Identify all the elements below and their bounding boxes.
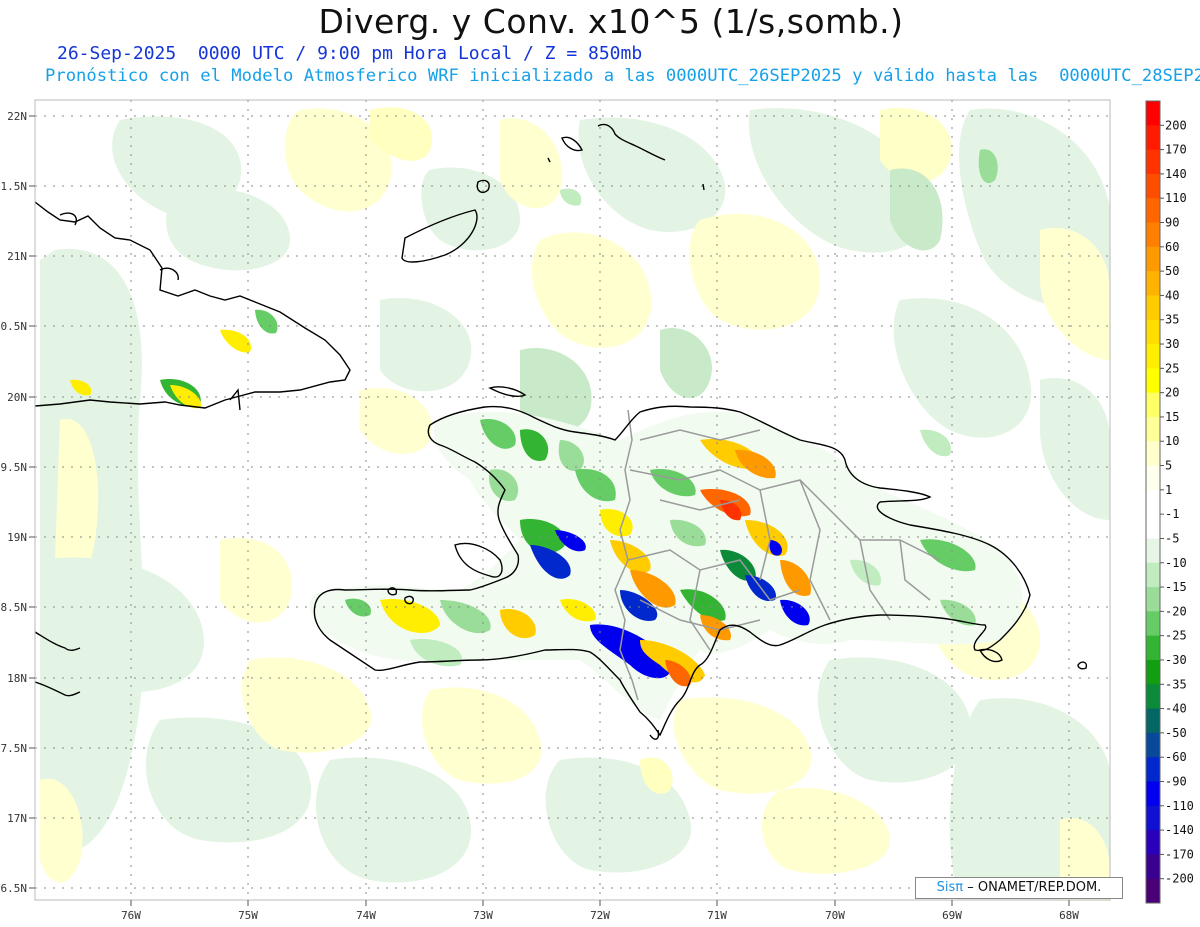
lon-label: 68W xyxy=(1059,909,1079,922)
colorbar-label: -30 xyxy=(1165,653,1187,667)
colorbar-label: -50 xyxy=(1165,726,1187,740)
colorbar-label: 170 xyxy=(1165,143,1187,157)
colorbar-label: -140 xyxy=(1165,823,1194,837)
colorbar-swatch xyxy=(1146,878,1160,904)
colorbar-swatch xyxy=(1146,489,1160,515)
colorbar-label: -110 xyxy=(1165,799,1194,813)
colorbar-label: -35 xyxy=(1165,677,1187,691)
lon-label: 71W xyxy=(707,909,727,922)
colorbar-label: -90 xyxy=(1165,774,1187,788)
colorbar-label: 20 xyxy=(1165,386,1179,400)
colorbar-swatch xyxy=(1146,295,1160,321)
colorbar-label: 60 xyxy=(1165,240,1179,254)
colorbar-swatch xyxy=(1146,611,1160,637)
colorbar-swatch xyxy=(1146,392,1160,418)
colorbar-label: -15 xyxy=(1165,580,1187,594)
colorbar-label: -20 xyxy=(1165,604,1187,618)
colorbar-label: -200 xyxy=(1165,872,1194,886)
colorbar-label: -60 xyxy=(1165,750,1187,764)
colorbar-label: 110 xyxy=(1165,191,1187,205)
colorbar-label: 15 xyxy=(1165,410,1179,424)
colorbar-swatch xyxy=(1146,344,1160,369)
colorbar-swatch xyxy=(1146,149,1160,175)
lat-label: 1.5N xyxy=(1,180,28,193)
colorbar-label: 40 xyxy=(1165,288,1179,302)
colorbar-swatch xyxy=(1146,562,1160,588)
lat-label: 17N xyxy=(7,812,27,825)
lat-label: 19N xyxy=(7,531,27,544)
colorbar-label: -170 xyxy=(1165,847,1194,861)
colorbar-label: -25 xyxy=(1165,629,1187,643)
lat-label: 9.5N xyxy=(1,461,28,474)
lat-label: 18N xyxy=(7,672,27,685)
colorbar-swatch xyxy=(1146,465,1160,491)
colorbar-swatch xyxy=(1146,319,1160,345)
colorbar-swatch xyxy=(1146,514,1160,539)
colorbar-label: 5 xyxy=(1165,459,1172,473)
credit-box: Sisπ – ONAMET/REP.DOM. xyxy=(915,877,1123,899)
lat-label: 22N xyxy=(7,110,27,123)
lat-label: 8.5N xyxy=(1,601,28,614)
colorbar-label: -5 xyxy=(1165,531,1179,545)
lat-label: 6.5N xyxy=(1,882,28,895)
colorbar-swatch xyxy=(1146,805,1160,831)
colorbar-swatch xyxy=(1146,757,1160,782)
lon-label: 69W xyxy=(942,909,962,922)
lon-label: 74W xyxy=(356,909,376,922)
colorbar-swatch xyxy=(1146,659,1160,685)
lat-label: 21N xyxy=(7,250,27,263)
sispi-logo: Sisπ xyxy=(936,880,964,895)
colorbar-swatch xyxy=(1146,830,1160,855)
colorbar-swatch xyxy=(1146,635,1160,661)
lon-label: 72W xyxy=(590,909,610,922)
colorbar-swatch xyxy=(1146,587,1160,612)
colorbar-label: 30 xyxy=(1165,337,1179,351)
lat-label: 0.5N xyxy=(1,320,28,333)
colorbar-swatch xyxy=(1146,416,1160,442)
colorbar-swatch xyxy=(1146,222,1160,248)
colorbar-swatch xyxy=(1146,125,1160,151)
colorbar-label: 1 xyxy=(1165,483,1172,497)
credit-text: – ONAMET/REP.DOM. xyxy=(967,880,1102,895)
colorbar-label: 35 xyxy=(1165,313,1179,327)
colorbar-swatch xyxy=(1146,684,1160,710)
colorbar-label: -10 xyxy=(1165,556,1187,570)
colorbar-label: 25 xyxy=(1165,361,1179,375)
divergence-field xyxy=(35,100,1110,900)
divergence-map: 22N 1.5N 21N 0.5N 20N 9.5N 19N 8.5N 18N … xyxy=(1,99,1194,922)
colorbar-swatch xyxy=(1146,781,1160,807)
latitude-labels: 22N 1.5N 21N 0.5N 20N 9.5N 19N 8.5N 18N … xyxy=(1,110,28,895)
colorbar-swatch xyxy=(1146,732,1160,758)
colorbar: 200 170 140 110 90 60 50 40 35 30 25 20 15 10 5 1 -1 -5 -1… xyxy=(1145,100,1194,904)
colorbar-swatch xyxy=(1146,271,1160,296)
lon-label: 76W xyxy=(121,909,141,922)
longitude-labels: 76W 75W 74W 73W 72W 71W 70W 69W 68W xyxy=(121,909,1079,922)
lon-label: 73W xyxy=(473,909,493,922)
colorbar-label: 140 xyxy=(1165,167,1187,181)
colorbar-label: 90 xyxy=(1165,216,1179,230)
colorbar-label: 200 xyxy=(1165,118,1187,132)
colorbar-swatch xyxy=(1146,246,1160,272)
lon-label: 75W xyxy=(238,909,258,922)
colorbar-swatch xyxy=(1146,173,1160,199)
colorbar-swatch xyxy=(1146,101,1160,126)
colorbar-swatch xyxy=(1146,708,1160,734)
colorbar-swatch xyxy=(1146,198,1160,224)
lon-label: 70W xyxy=(825,909,845,922)
colorbar-label: 10 xyxy=(1165,434,1179,448)
colorbar-swatch xyxy=(1146,538,1160,564)
colorbar-label: -40 xyxy=(1165,702,1187,716)
colorbar-swatch xyxy=(1146,854,1160,880)
lat-label: 20N xyxy=(7,391,27,404)
colorbar-label: -1 xyxy=(1165,507,1179,521)
colorbar-swatch xyxy=(1146,441,1160,467)
colorbar-swatch xyxy=(1146,368,1160,394)
lat-label: 7.5N xyxy=(1,742,28,755)
colorbar-label: 50 xyxy=(1165,264,1179,278)
